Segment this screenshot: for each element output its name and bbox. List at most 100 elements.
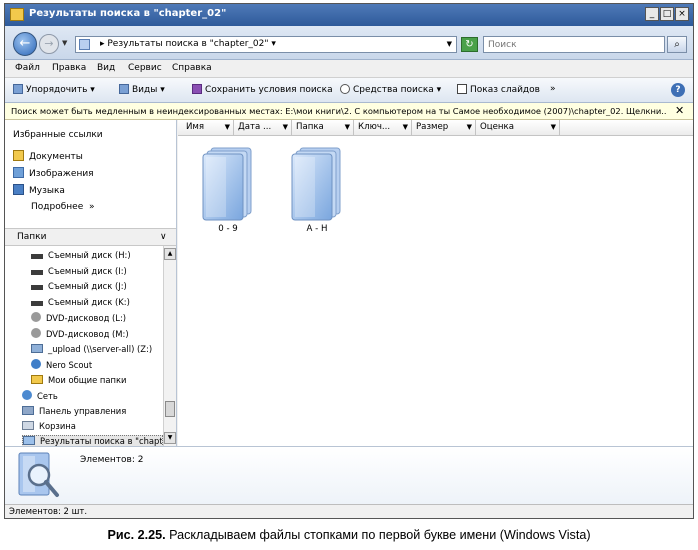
favorites-more-link[interactable]: Подробнее » [31, 202, 94, 212]
scrollbar-thumb[interactable] [165, 401, 175, 417]
folder-tree: Съемный диск (H:) Съемный диск (I:) Съем… [5, 246, 163, 446]
close-button[interactable]: × [675, 7, 689, 21]
tree-label: DVD-дисковод (L:) [46, 313, 127, 323]
recycle-bin-icon [22, 421, 34, 430]
tree-label: _upload (\\server-all) (Z:) [48, 344, 153, 354]
favorite-documents[interactable]: Документы [13, 150, 83, 162]
menu-tools[interactable]: Сервис [128, 63, 162, 73]
status-text: Элементов: 2 шт. [9, 507, 88, 517]
favorite-label: Изображения [29, 169, 94, 179]
control-panel-icon [22, 406, 34, 415]
info-bar-text[interactable]: Поиск может быть медленным в неиндексиро… [11, 106, 667, 116]
more-arrow-icon: » [88, 202, 95, 212]
forward-button[interactable]: → [39, 34, 59, 54]
column-dropdown-icon[interactable]: ▼ [467, 120, 472, 135]
column-headers: Имя ▼ Дата ... ▼ Папка ▼ Ключ... ▼ Размер ▼ О… [178, 120, 693, 136]
tree-item-search-results[interactable]: Результаты поиска в "chapter_02" [22, 435, 163, 446]
favorite-pictures[interactable]: Изображения [13, 167, 94, 179]
views-icon [119, 84, 129, 94]
tree-item-upload-z[interactable]: _upload (\\server-all) (Z:) [31, 344, 152, 354]
maximize-button[interactable]: □ [660, 7, 674, 21]
command-toolbar: Упорядочить ▾ Виды ▾ Сохранить условия п… [5, 78, 693, 103]
search-box[interactable] [483, 36, 665, 53]
organize-button[interactable]: Упорядочить ▾ [13, 84, 95, 95]
refresh-button[interactable]: ↻ [461, 37, 478, 52]
removable-drive-icon [31, 254, 43, 259]
column-keywords[interactable]: Ключ... ▼ [354, 120, 412, 136]
column-name[interactable]: Имя ▼ [182, 120, 234, 136]
pictures-icon [13, 167, 24, 178]
info-bar-close-icon[interactable]: ✕ [675, 104, 684, 117]
stack-item[interactable]: 0 - 9 [193, 142, 263, 242]
network-drive-icon [31, 344, 43, 353]
tree-item-dvd-l[interactable]: DVD-дисковод (L:) [31, 312, 126, 323]
minimize-button[interactable]: _ [645, 7, 659, 21]
column-dropdown-icon[interactable]: ▼ [283, 120, 288, 135]
tree-item-drive-j[interactable]: Съемный диск (J:) [31, 281, 127, 291]
folder-search-icon [10, 8, 24, 21]
stack-item[interactable]: A - H [282, 142, 352, 242]
search-folder-icon [79, 39, 90, 50]
save-icon [192, 84, 202, 94]
history-dropdown-icon[interactable]: ▼ [62, 39, 67, 47]
menu-file[interactable]: Файл [15, 63, 40, 73]
favorite-music[interactable]: Музыка [13, 184, 65, 196]
tree-item-nero-scout[interactable]: Nero Scout [31, 359, 92, 370]
address-dropdown-icon[interactable]: ▼ [447, 40, 452, 48]
search-tools-button[interactable]: Средства поиска ▾ [340, 84, 441, 95]
removable-drive-icon [31, 301, 43, 306]
save-search-button[interactable]: Сохранить условия поиска [192, 84, 333, 95]
folders-header[interactable]: Папки ∨ [5, 228, 176, 246]
chevron-down-icon[interactable]: ∨ [160, 232, 167, 242]
column-dropdown-icon[interactable]: ▼ [551, 120, 556, 135]
favorite-label: Документы [29, 152, 83, 162]
back-button[interactable]: ← [13, 32, 37, 56]
column-folder[interactable]: Папка ▼ [292, 120, 354, 136]
tree-label: Корзина [39, 421, 76, 431]
address-bar[interactable]: ▸ Результаты поиска в "chapter_02" ▾ ▼ [75, 36, 457, 53]
column-rating[interactable]: Оценка ▼ [476, 120, 560, 136]
search-button[interactable]: ⌕ [667, 36, 687, 53]
stack-folder-icon [291, 147, 341, 221]
tree-label: Nero Scout [46, 360, 93, 370]
tree-item-control-panel[interactable]: Панель управления [22, 406, 126, 416]
address-path[interactable]: ▸ Результаты поиска в "chapter_02" ▾ [100, 39, 276, 49]
slideshow-button[interactable]: Показ слайдов [457, 84, 540, 95]
tree-label: Панель управления [39, 406, 127, 416]
file-list-pane: Имя ▼ Дата ... ▼ Папка ▼ Ключ... ▼ Размер ▼ О… [178, 120, 693, 446]
menu-view[interactable]: Вид [97, 63, 115, 73]
tree-label: Съемный диск (K:) [48, 297, 130, 307]
tree-item-drive-h[interactable]: Съемный диск (H:) [31, 250, 131, 260]
nero-scout-icon [31, 359, 41, 369]
info-bar[interactable]: Поиск может быть медленным в неиндексиро… [5, 103, 693, 120]
tree-item-shared-folders[interactable]: Мои общие папки [31, 375, 126, 385]
search-input[interactable] [484, 37, 644, 52]
menu-edit[interactable]: Правка [52, 63, 86, 73]
views-button[interactable]: Виды ▾ [119, 84, 165, 95]
tree-item-dvd-m[interactable]: DVD-дисковод (M:) [31, 328, 129, 339]
tree-item-drive-k[interactable]: Съемный диск (K:) [31, 297, 130, 307]
column-size[interactable]: Размер ▼ [412, 120, 476, 136]
column-dropdown-icon[interactable]: ▼ [345, 120, 350, 135]
column-dropdown-icon[interactable]: ▼ [403, 120, 408, 135]
title-bar[interactable]: Результаты поиска в "chapter_02" _ □ × [5, 4, 693, 26]
folder-tree-scrollbar[interactable]: ▲ ▼ [163, 246, 176, 446]
menu-help[interactable]: Справка [172, 63, 212, 73]
help-icon[interactable]: ? [671, 83, 685, 97]
toolbar-overflow-button[interactable]: » [550, 84, 556, 94]
slideshow-label: Показ слайдов [470, 85, 540, 95]
dvd-drive-icon [31, 312, 41, 322]
scroll-down-arrow-icon[interactable]: ▼ [164, 432, 176, 444]
dvd-drive-icon [31, 328, 41, 338]
tree-item-drive-i[interactable]: Съемный диск (I:) [31, 266, 127, 276]
favorite-links-title: Избранные ссылки [13, 130, 103, 140]
scroll-up-arrow-icon[interactable]: ▲ [164, 248, 176, 260]
stack-folder-icon [202, 147, 252, 221]
documents-icon [13, 150, 24, 161]
tree-item-network[interactable]: Сеть [22, 390, 58, 401]
column-dropdown-icon[interactable]: ▼ [225, 120, 230, 135]
tree-item-recycle-bin[interactable]: Корзина [22, 421, 76, 431]
column-label: Имя [186, 122, 205, 132]
column-date[interactable]: Дата ... ▼ [234, 120, 292, 136]
folders-label: Папки [17, 232, 47, 242]
